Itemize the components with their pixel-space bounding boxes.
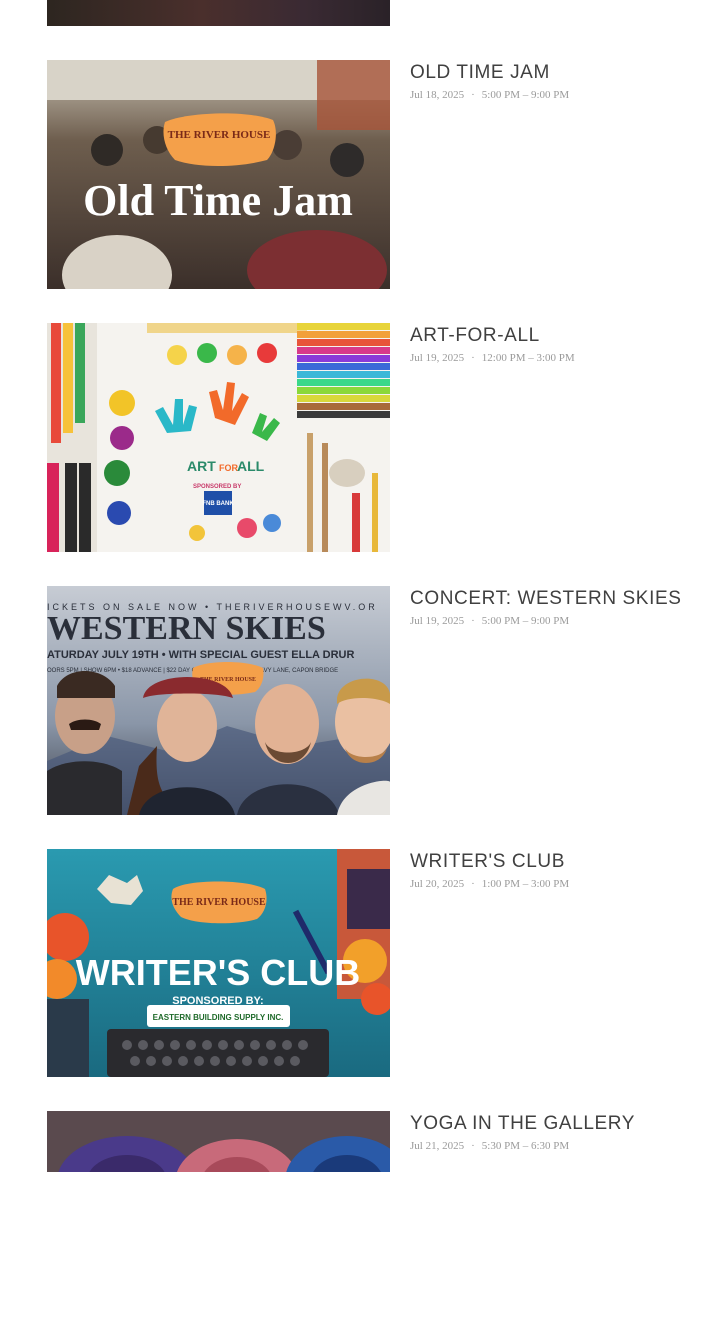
logo-text: THE RIVER HOUSE bbox=[172, 897, 266, 908]
previous-event-thumbnail[interactable] bbox=[47, 0, 390, 26]
event-date: Jul 19, 2025 bbox=[410, 615, 465, 627]
image-headline: WESTERN SKIES bbox=[47, 610, 326, 647]
event-item: THE RIVER HOUSE Old Time Jam OLD TIME JA… bbox=[47, 60, 687, 289]
meta-separator: · bbox=[471, 352, 475, 364]
event-date: Jul 20, 2025 bbox=[410, 878, 465, 890]
event-title[interactable]: CONCERT: WESTERN SKIES bbox=[410, 587, 682, 611]
event-item: THE RIVER HOUSE WRITER'S CLUB SPONSORED … bbox=[47, 849, 687, 1078]
event-meta: Jul 20, 2025 · 1:00 PM – 3:00 PM bbox=[410, 877, 569, 891]
image-headline: WRITER'S CLUB bbox=[76, 952, 361, 993]
image-headline: Old Time Jam bbox=[83, 176, 353, 225]
western-skies-image: ICKETS ON SALE NOW • THERIVERHOUSEWV.OR … bbox=[47, 586, 390, 815]
event-title[interactable]: ART-FOR-ALL bbox=[410, 324, 540, 348]
event-time: 12:00 PM – 3:00 PM bbox=[481, 352, 575, 364]
event-date: Jul 21, 2025 bbox=[410, 1140, 465, 1152]
event-title[interactable]: OLD TIME JAM bbox=[410, 61, 550, 85]
image-text-for: FOR bbox=[219, 463, 238, 473]
event-meta: Jul 19, 2025 · 5:00 PM – 9:00 PM bbox=[410, 614, 569, 628]
old-time-jam-image: THE RIVER HOUSE Old Time Jam bbox=[47, 60, 390, 289]
event-thumbnail[interactable]: THE RIVER HOUSE Old Time Jam bbox=[47, 60, 390, 289]
image-text-art: ART bbox=[187, 458, 216, 474]
image-subline: ATURDAY JULY 19TH • WITH SPECIAL GUEST E… bbox=[47, 649, 354, 661]
meta-separator: · bbox=[471, 1140, 475, 1152]
image-sponsor: SPONSORED BY bbox=[193, 484, 241, 490]
event-item: ICKETS ON SALE NOW • THERIVERHOUSEWV.OR … bbox=[47, 586, 687, 815]
event-title[interactable]: WRITER'S CLUB bbox=[410, 850, 565, 874]
event-meta: Jul 18, 2025 · 5:00 PM – 9:00 PM bbox=[410, 88, 569, 102]
image-bank-logo: FNB BANK bbox=[202, 501, 234, 507]
event-time: 5:00 PM – 9:00 PM bbox=[481, 615, 570, 627]
writers-club-image: THE RIVER HOUSE WRITER'S CLUB SPONSORED … bbox=[47, 849, 390, 1077]
event-date: Jul 19, 2025 bbox=[410, 352, 465, 364]
event-thumbnail[interactable] bbox=[47, 1111, 390, 1172]
yoga-image bbox=[47, 1111, 390, 1172]
logo-text: THE RIVER HOUSE bbox=[168, 129, 271, 141]
event-date: Jul 18, 2025 bbox=[410, 89, 465, 101]
meta-separator: · bbox=[471, 615, 475, 627]
meta-separator: · bbox=[471, 878, 475, 890]
art-for-all-image: ART FOR ALL SPONSORED BY FNB BANK bbox=[47, 323, 390, 552]
event-item: ART FOR ALL SPONSORED BY FNB BANK ART-FO… bbox=[47, 323, 687, 552]
image-text-all: ALL bbox=[237, 458, 265, 474]
event-item: YOGA IN THE GALLERY Jul 21, 2025 · 5:30 PM… bbox=[47, 1111, 687, 1340]
image-company: EASTERN BUILDING SUPPLY INC. bbox=[153, 1013, 284, 1022]
event-time: 5:00 PM – 9:00 PM bbox=[481, 89, 570, 101]
meta-separator: · bbox=[471, 89, 475, 101]
event-meta: Jul 21, 2025 · 5:30 PM – 6:30 PM bbox=[410, 1139, 569, 1153]
event-thumbnail[interactable]: THE RIVER HOUSE WRITER'S CLUB SPONSORED … bbox=[47, 849, 390, 1078]
event-thumbnail[interactable]: ART FOR ALL SPONSORED BY FNB BANK bbox=[47, 323, 390, 552]
event-meta: Jul 19, 2025 · 12:00 PM – 3:00 PM bbox=[410, 351, 575, 365]
event-thumbnail[interactable]: ICKETS ON SALE NOW • THERIVERHOUSEWV.OR … bbox=[47, 586, 390, 815]
event-title[interactable]: YOGA IN THE GALLERY bbox=[410, 1112, 635, 1136]
event-time: 5:30 PM – 6:30 PM bbox=[481, 1140, 570, 1152]
event-time: 1:00 PM – 3:00 PM bbox=[481, 878, 570, 890]
